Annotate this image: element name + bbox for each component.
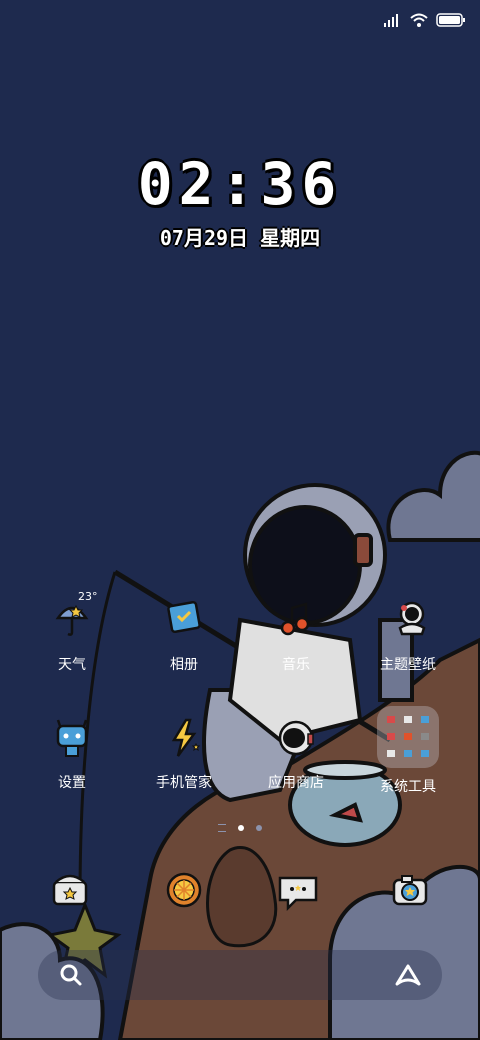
page-indicator[interactable]: [0, 824, 480, 832]
app-security[interactable]: 手机管家: [134, 716, 234, 792]
app-system-tools-folder[interactable]: 系统工具: [358, 706, 458, 796]
system-tools-folder-icon: [377, 706, 439, 768]
security-icon: [162, 716, 206, 760]
clock-widget[interactable]: 02:36 07月29日 星期四: [0, 150, 480, 251]
phone-icon: [52, 874, 88, 906]
weather-temperature: 23°: [78, 590, 98, 603]
wifi-icon: [410, 13, 428, 27]
dock-browser[interactable]: [162, 868, 206, 912]
dock-phone[interactable]: [48, 868, 92, 912]
app-settings[interactable]: 设置: [22, 716, 122, 792]
browser-icon: [166, 872, 202, 908]
signal-icon: [384, 14, 398, 27]
page-indicator-menu: [218, 824, 226, 832]
app-store-icon: [274, 716, 318, 760]
dock-camera[interactable]: [388, 868, 432, 912]
app-label: 手机管家: [156, 775, 212, 791]
app-store[interactable]: 应用商店: [246, 716, 346, 792]
search-icon: [60, 964, 82, 986]
themes-icon: [386, 598, 430, 642]
page-dot-active: [238, 825, 244, 831]
app-label: 系统工具: [380, 779, 436, 795]
battery-icon: [436, 13, 465, 27]
clock-time: 02:36: [137, 150, 343, 218]
search-bar[interactable]: [38, 950, 442, 1000]
dock-messages[interactable]: [276, 870, 320, 914]
app-themes[interactable]: 主题壁纸: [358, 598, 458, 674]
messages-icon: [278, 876, 318, 912]
app-label: 音乐: [282, 657, 310, 673]
clock-date: 07月29日 星期四: [159, 226, 321, 250]
weather-icon: 23°: [50, 590, 98, 642]
assistant-button[interactable]: [394, 962, 422, 988]
camera-icon: [392, 875, 428, 906]
search-button[interactable]: [58, 962, 84, 988]
app-weather[interactable]: 23° 天气: [22, 590, 122, 674]
music-icon: [274, 598, 318, 642]
gallery-icon: [162, 598, 206, 642]
app-label: 设置: [58, 775, 86, 791]
app-label: 应用商店: [268, 775, 324, 791]
app-label: 相册: [170, 657, 198, 673]
settings-icon: [50, 716, 94, 760]
app-label: 天气: [58, 657, 86, 673]
app-music[interactable]: 音乐: [246, 598, 346, 674]
app-gallery[interactable]: 相册: [134, 598, 234, 674]
page-dot: [256, 825, 262, 831]
app-label: 主题壁纸: [380, 657, 436, 673]
status-bar: [384, 10, 466, 30]
assistant-icon: [395, 964, 421, 986]
